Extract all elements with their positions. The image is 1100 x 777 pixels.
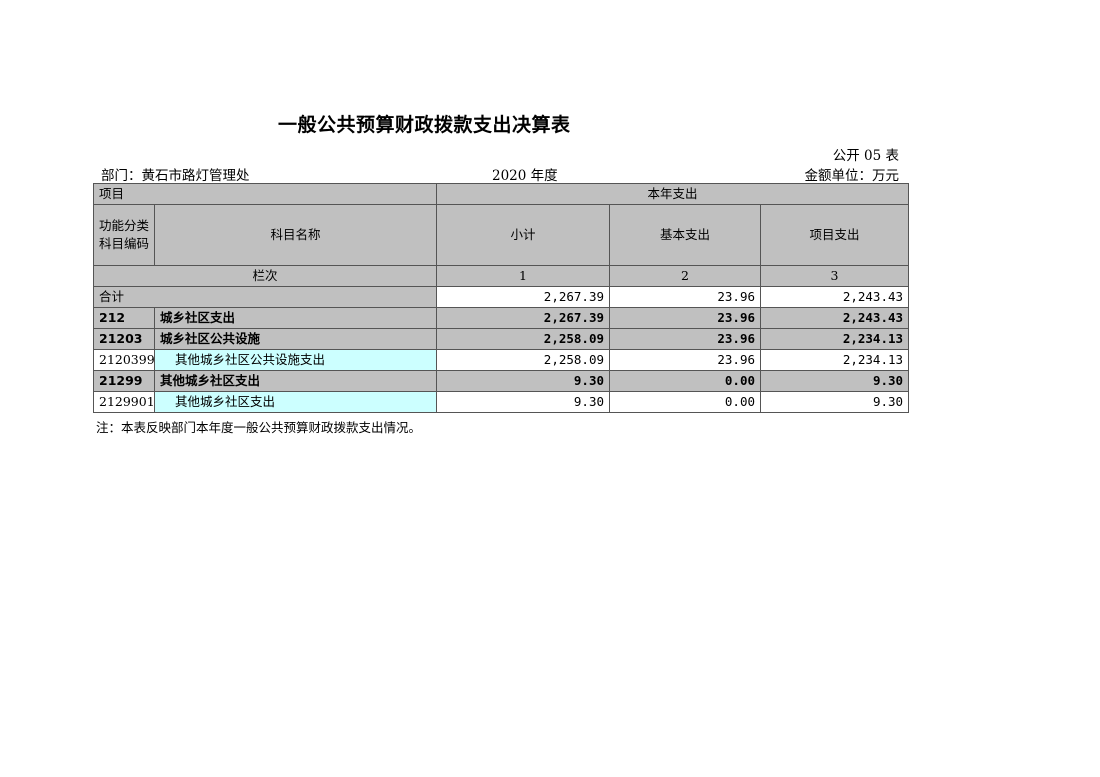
row-name: 其他城乡社区支出 <box>153 370 438 392</box>
column-number-2: 2 <box>609 265 762 287</box>
header-basic: 基本支出 <box>609 204 762 266</box>
amount-unit: 金额单位：万元 <box>804 168 900 184</box>
table-row: 2129901 其他城乡社区支出 9.30 0.00 9.30 <box>93 391 910 413</box>
header-row-top: 项目 本年支出 <box>92 183 910 205</box>
total-project: 2,243.43 <box>760 286 910 308</box>
row-name: 其他城乡社区支出 <box>153 391 438 413</box>
header-row-columns: 功能分类科目编码 科目名称 小计 基本支出 项目支出 <box>93 204 910 266</box>
row-project: 9.30 <box>760 370 910 392</box>
table-row: 21203 城乡社区公共设施 2,258.09 23.96 2,234.13 <box>93 328 910 350</box>
total-row: 合计 2,267.39 23.96 2,243.43 <box>92 286 910 308</box>
table-note: 注：本表反映部门本年度一般公共预算财政拨款支出情况。 <box>96 420 422 435</box>
row-subtotal: 9.30 <box>436 391 611 413</box>
report-title: 一般公共预算财政拨款支出决算表 <box>278 114 571 136</box>
total-basic: 23.96 <box>609 286 762 308</box>
header-subtotal: 小计 <box>436 204 611 266</box>
table-row: 21299 其他城乡社区支出 9.30 0.00 9.30 <box>93 370 910 392</box>
row-project: 2,234.13 <box>760 328 910 350</box>
total-subtotal: 2,267.39 <box>436 286 611 308</box>
header-code: 功能分类科目编码 <box>93 204 155 266</box>
row-basic: 0.00 <box>609 391 762 413</box>
fiscal-year: 2020 年度 <box>492 168 558 184</box>
expenditure-table: 项目 本年支出 功能分类科目编码 科目名称 小计 基本支出 项目支出 栏次 1 … <box>92 183 910 413</box>
row-code: 21203 <box>93 328 155 350</box>
row-code: 2120399 <box>93 349 155 371</box>
row-project: 9.30 <box>760 391 910 413</box>
row-subtotal: 9.30 <box>436 370 611 392</box>
row-basic: 23.96 <box>609 307 762 329</box>
row-project: 2,243.43 <box>760 307 910 329</box>
row-subtotal: 2,267.39 <box>436 307 611 329</box>
column-number-3: 3 <box>760 265 910 287</box>
row-code: 21299 <box>93 370 155 392</box>
department-label: 部门：黄石市路灯管理处 <box>101 168 250 184</box>
header-name: 科目名称 <box>153 204 438 266</box>
row-basic: 23.96 <box>609 349 762 371</box>
row-subtotal: 2,258.09 <box>436 328 611 350</box>
row-subtotal: 2,258.09 <box>436 349 611 371</box>
row-name: 城乡社区支出 <box>153 307 438 329</box>
form-code: 公开 05 表 <box>832 148 899 164</box>
row-basic: 23.96 <box>609 328 762 350</box>
table-row: 2120399 其他城乡社区公共设施支出 2,258.09 23.96 2,23… <box>93 349 910 371</box>
header-current-year: 本年支出 <box>436 183 910 205</box>
header-project: 项目支出 <box>760 204 910 266</box>
row-name: 城乡社区公共设施 <box>153 328 438 350</box>
total-label: 合计 <box>92 286 438 308</box>
row-code: 2129901 <box>93 391 155 413</box>
row-project: 2,234.13 <box>760 349 910 371</box>
row-basic: 0.00 <box>609 370 762 392</box>
header-item: 项目 <box>92 183 438 205</box>
table-row: 212 城乡社区支出 2,267.39 23.96 2,243.43 <box>93 307 910 329</box>
row-name: 其他城乡社区公共设施支出 <box>153 349 438 371</box>
column-order-row: 栏次 1 2 3 <box>92 265 910 287</box>
column-number-1: 1 <box>436 265 611 287</box>
row-code: 212 <box>93 307 155 329</box>
column-order-label: 栏次 <box>92 265 438 287</box>
